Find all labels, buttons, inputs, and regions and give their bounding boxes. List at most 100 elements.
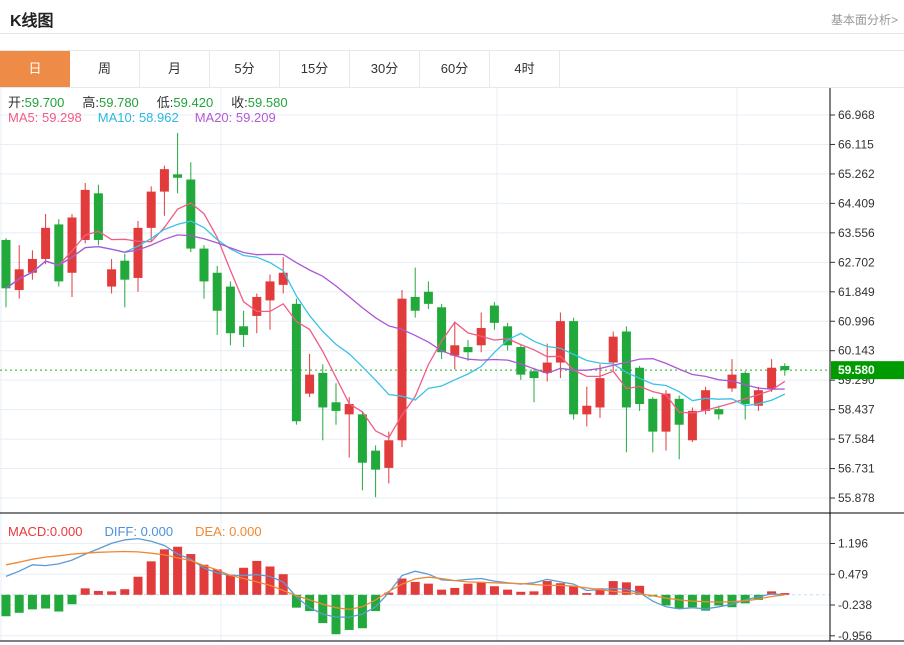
close-value: 59.580 xyxy=(248,95,288,110)
candle-body xyxy=(305,375,314,394)
candle-body xyxy=(213,273,222,311)
macd-bar xyxy=(450,588,459,595)
candle-body xyxy=(239,326,248,335)
macd-bar xyxy=(424,584,433,595)
candle-body xyxy=(318,373,327,408)
macd-bar xyxy=(318,595,327,623)
y-axis-label: 64.409 xyxy=(838,196,875,210)
dea-value: 0.000 xyxy=(229,524,262,539)
candle-body xyxy=(490,306,499,323)
ohlc-readout: 开:59.700 高:59.780 低:59.420 收:59.580 xyxy=(8,92,306,111)
y-axis-label: 60.996 xyxy=(838,314,875,328)
macd-bar xyxy=(464,584,473,595)
tab-7[interactable]: 4时 xyxy=(490,51,560,87)
candle-body xyxy=(688,411,697,440)
y-axis-label: 0.479 xyxy=(838,567,868,581)
macd-bar xyxy=(569,586,578,595)
candle-body xyxy=(226,287,235,334)
ma5-value: 59.298 xyxy=(42,110,82,125)
ma5-label: MA5: xyxy=(8,110,38,125)
chart-area[interactable]: 66.96866.11565.26264.40963.55662.70261.8… xyxy=(0,88,904,645)
tab-5[interactable]: 30分 xyxy=(350,51,420,87)
candle-body xyxy=(780,366,789,370)
tab-3[interactable]: 5分 xyxy=(210,51,280,87)
candle-body xyxy=(41,228,50,259)
macd-bar xyxy=(345,595,354,630)
macd-bar xyxy=(411,582,420,595)
candle-body xyxy=(81,190,90,240)
candle-body xyxy=(279,273,288,285)
candle-body xyxy=(464,347,473,352)
low-value: 59.420 xyxy=(173,95,213,110)
y-axis-label: 58.437 xyxy=(838,403,875,417)
tab-6[interactable]: 60分 xyxy=(420,51,490,87)
y-axis-label: 56.731 xyxy=(838,462,875,476)
high-label: 高: xyxy=(82,95,99,110)
candle-body xyxy=(28,259,37,273)
tab-0[interactable]: 日 xyxy=(0,51,70,87)
open-label: 开: xyxy=(8,95,25,110)
macd-bar xyxy=(516,592,525,595)
candle-body xyxy=(622,331,631,407)
y-axis-label: 57.584 xyxy=(838,432,875,446)
macd-bar xyxy=(530,591,539,594)
diff-label: DIFF: xyxy=(104,524,137,539)
tab-1[interactable]: 周 xyxy=(70,51,140,87)
y-axis-label: 61.849 xyxy=(838,285,875,299)
ma20-line xyxy=(6,235,785,389)
ma10-value: 58.962 xyxy=(139,110,179,125)
y-axis-label: 65.262 xyxy=(838,167,875,181)
macd-bar xyxy=(358,595,367,628)
tab-2[interactable]: 月 xyxy=(140,51,210,87)
macd-bar xyxy=(675,595,684,609)
macd-bar xyxy=(226,575,235,595)
y-axis-label: 55.878 xyxy=(838,491,875,505)
macd-bar xyxy=(252,561,261,595)
y-axis-label: 60.143 xyxy=(838,344,875,358)
fundamental-analysis-link[interactable]: 基本面分析> xyxy=(831,11,898,28)
candle-body xyxy=(398,299,407,441)
candle-body xyxy=(582,406,591,415)
ma10-label: MA10: xyxy=(98,110,136,125)
candle-body xyxy=(160,169,169,191)
high-value: 59.780 xyxy=(99,95,139,110)
macd-bar xyxy=(266,566,275,594)
macd-bar xyxy=(120,589,129,595)
ma20-label: MA20: xyxy=(195,110,233,125)
macd-bar xyxy=(503,590,512,595)
candle-body xyxy=(371,451,380,470)
candle-body xyxy=(516,347,525,375)
macd-bar xyxy=(490,586,499,595)
candle-body xyxy=(54,224,63,281)
candle-body xyxy=(701,390,710,411)
candle-body xyxy=(200,249,209,282)
y-axis-label: 62.702 xyxy=(838,255,875,269)
tab-4[interactable]: 15分 xyxy=(280,51,350,87)
macd-bar xyxy=(41,595,50,609)
y-axis-label: 63.556 xyxy=(838,226,875,240)
macd-bar xyxy=(714,595,723,606)
candle-body xyxy=(134,228,143,278)
candle-body xyxy=(332,402,341,411)
candle-body xyxy=(714,409,723,414)
macd-bar xyxy=(437,590,446,595)
chart-svg: 66.96866.11565.26264.40963.55662.70261.8… xyxy=(0,88,904,645)
candle-body xyxy=(384,440,393,468)
candle-body xyxy=(596,378,605,407)
macd-bar xyxy=(662,595,671,606)
ma20-value: 59.209 xyxy=(236,110,276,125)
open-value: 59.700 xyxy=(25,95,65,110)
macd-bar xyxy=(398,578,407,594)
candle-body xyxy=(186,180,195,249)
y-axis-label: 66.115 xyxy=(838,137,874,151)
y-axis-label: 1.196 xyxy=(838,537,868,551)
candle-body xyxy=(358,414,367,462)
candle-body xyxy=(266,281,275,300)
dea-label: DEA: xyxy=(195,524,225,539)
candle-body xyxy=(543,363,552,373)
candle-body xyxy=(648,399,657,432)
y-axis-label: -0.956 xyxy=(838,629,872,643)
low-label: 低: xyxy=(157,95,174,110)
macd-bar xyxy=(28,595,37,610)
ma-readout: MA5: 59.298 MA10: 58.962 MA20: 59.209 xyxy=(8,110,292,125)
